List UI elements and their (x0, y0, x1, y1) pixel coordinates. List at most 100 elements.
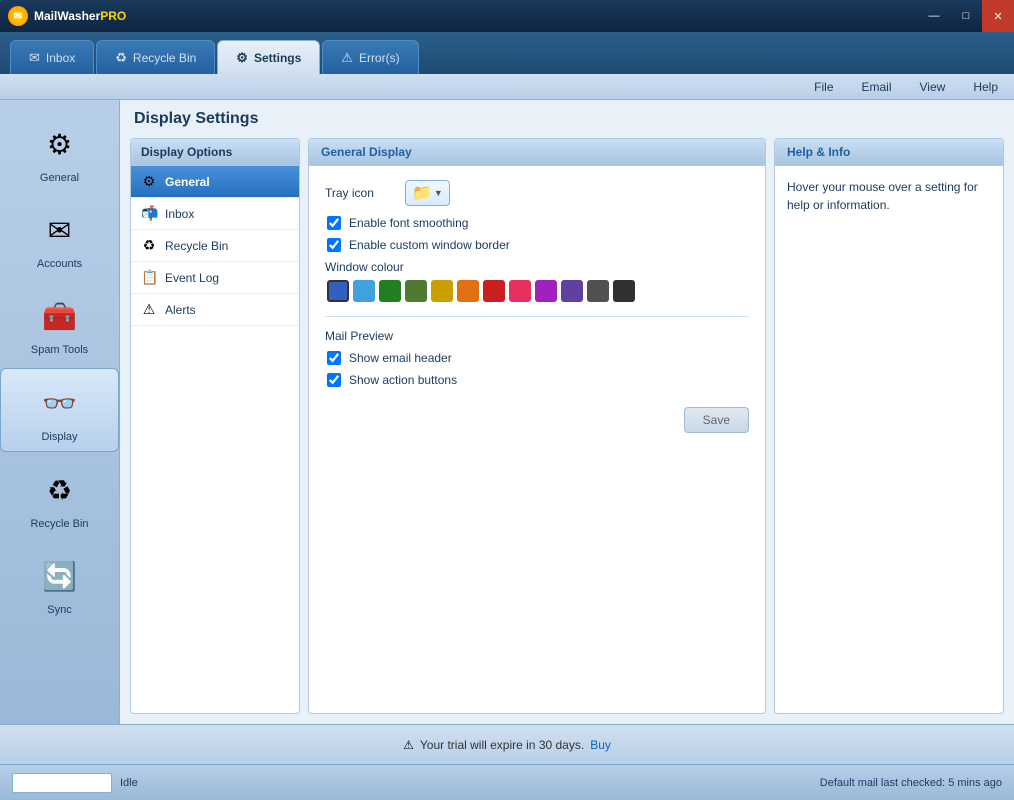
inbox-tab-icon: ✉ (29, 50, 40, 66)
menu-email[interactable]: Email (856, 78, 898, 96)
option-event-log[interactable]: 📋 Event Log (131, 262, 299, 294)
color-swatch-9[interactable] (561, 280, 583, 302)
options-header: Display Options (131, 139, 299, 166)
save-button[interactable]: Save (684, 407, 749, 433)
close-button[interactable]: ✕ (982, 0, 1014, 32)
show-email-header-row: Show email header (325, 351, 749, 365)
color-swatch-5[interactable] (457, 280, 479, 302)
show-action-buttons-checkbox[interactable] (327, 373, 341, 387)
font-smoothing-label: Enable font smoothing (349, 216, 468, 230)
option-recycle-label: Recycle Bin (165, 239, 228, 253)
tab-settings[interactable]: ⚙ Settings (217, 40, 320, 74)
sidebar-label-general: General (40, 172, 79, 184)
status-left: Idle (12, 773, 138, 793)
help-panel-header: Help & Info (775, 139, 1003, 166)
sidebar-item-spam-tools[interactable]: 🧰 Spam Tools (0, 282, 119, 364)
help-content: Hover your mouse over a setting for help… (775, 166, 1003, 226)
color-swatches (327, 280, 749, 302)
buy-link[interactable]: Buy (590, 738, 611, 752)
color-swatch-1[interactable] (353, 280, 375, 302)
display-icon: 👓 (34, 377, 86, 429)
spam-tools-icon: 🧰 (34, 290, 86, 342)
option-recycle-bin[interactable]: ♻ Recycle Bin (131, 230, 299, 262)
color-swatch-2[interactable] (379, 280, 401, 302)
custom-border-row: Enable custom window border (325, 238, 749, 252)
color-swatch-4[interactable] (431, 280, 453, 302)
status-input[interactable] (12, 773, 112, 793)
option-alerts[interactable]: ⚠ Alerts (131, 294, 299, 326)
mail-preview-label: Mail Preview (325, 329, 749, 343)
color-swatch-11[interactable] (613, 280, 635, 302)
inbox-tab-label: Inbox (46, 51, 75, 65)
color-swatch-7[interactable] (509, 280, 531, 302)
errors-tab-icon: ⚠ (341, 50, 353, 66)
sidebar-item-sync[interactable]: 🔄 Sync (0, 542, 119, 624)
sidebar-label-display: Display (41, 431, 77, 443)
logo-icon: ✉ (8, 6, 28, 26)
sidebar-label-sync: Sync (47, 604, 71, 616)
recycle-tab-label: Recycle Bin (133, 51, 196, 65)
menu-help[interactable]: Help (967, 78, 1004, 96)
main-content: ⚙ General ✉ Accounts 🧰 Spam Tools 👓 Disp… (0, 100, 1014, 724)
trial-text: Your trial will expire in 30 days. (420, 738, 584, 752)
settings-tab-label: Settings (254, 51, 301, 65)
sidebar-item-general[interactable]: ⚙ General (0, 110, 119, 192)
tray-icon-button[interactable]: 📁 ▼ (405, 180, 450, 206)
option-inbox-label: Inbox (165, 207, 194, 221)
minimize-button[interactable]: — (918, 0, 950, 32)
section-divider (325, 316, 749, 317)
tab-bar: ✉ Inbox ♻ Recycle Bin ⚙ Settings ⚠ Error… (0, 32, 1014, 74)
sidebar-item-accounts[interactable]: ✉ Accounts (0, 196, 119, 278)
maximize-button[interactable]: □ (950, 0, 982, 32)
sidebar-item-recycle-bin[interactable]: ♻ Recycle Bin (0, 456, 119, 538)
display-panel-content: Tray icon 📁 ▼ Enable font smoothing Ena (309, 166, 765, 447)
option-inbox[interactable]: 📬 Inbox (131, 198, 299, 230)
general-icon: ⚙ (34, 118, 86, 170)
color-swatch-3[interactable] (405, 280, 427, 302)
sidebar-label-spam-tools: Spam Tools (31, 344, 88, 356)
menu-view[interactable]: View (914, 78, 952, 96)
tray-icon-row: Tray icon 📁 ▼ (325, 180, 749, 206)
menu-file[interactable]: File (808, 78, 839, 96)
app-logo: ✉ MailWasherPRO (8, 6, 126, 26)
option-general-icon: ⚙ (141, 173, 157, 190)
settings-inner: Display Options ⚙ General 📬 Inbox ♻ Recy… (130, 138, 1004, 714)
window-colour-label: Window colour (325, 260, 749, 274)
options-panel: Display Options ⚙ General 📬 Inbox ♻ Recy… (130, 138, 300, 714)
sidebar-label-accounts: Accounts (37, 258, 82, 270)
option-eventlog-icon: 📋 (141, 269, 157, 286)
show-action-buttons-label: Show action buttons (349, 373, 457, 387)
font-smoothing-checkbox[interactable] (327, 216, 341, 230)
sidebar: ⚙ General ✉ Accounts 🧰 Spam Tools 👓 Disp… (0, 100, 120, 724)
recycle-bin-icon: ♻ (34, 464, 86, 516)
app-title: MailWasherPRO (34, 9, 126, 23)
accounts-icon: ✉ (34, 204, 86, 256)
show-email-header-label: Show email header (349, 351, 452, 365)
tab-inbox[interactable]: ✉ Inbox (10, 40, 94, 74)
color-swatch-6[interactable] (483, 280, 505, 302)
option-inbox-icon: 📬 (141, 205, 157, 222)
color-swatch-8[interactable] (535, 280, 557, 302)
app-title-pro: PRO (100, 9, 126, 23)
show-email-header-checkbox[interactable] (327, 351, 341, 365)
bottom-bar: ⚠ Your trial will expire in 30 days. Buy (0, 724, 1014, 764)
menu-bar: File Email View Help (0, 74, 1014, 100)
display-panel-header: General Display (309, 139, 765, 166)
option-alerts-icon: ⚠ (141, 301, 157, 318)
errors-tab-label: Error(s) (359, 51, 400, 65)
tab-errors[interactable]: ⚠ Error(s) (322, 40, 418, 74)
sidebar-item-display[interactable]: 👓 Display (0, 368, 119, 452)
custom-border-checkbox[interactable] (327, 238, 341, 252)
color-swatch-10[interactable] (587, 280, 609, 302)
settings-tab-icon: ⚙ (236, 50, 248, 66)
option-general[interactable]: ⚙ General (131, 166, 299, 198)
sync-icon: 🔄 (34, 550, 86, 602)
font-smoothing-row: Enable font smoothing (325, 216, 749, 230)
tray-icon-label: Tray icon (325, 186, 395, 200)
window-controls: — □ ✕ (918, 0, 1014, 32)
tab-recycle[interactable]: ♻ Recycle Bin (96, 40, 215, 74)
trial-warning-icon: ⚠ (403, 738, 414, 752)
save-row: Save (325, 407, 749, 433)
color-swatch-0[interactable] (327, 280, 349, 302)
tray-dropdown-arrow: ▼ (434, 188, 443, 198)
